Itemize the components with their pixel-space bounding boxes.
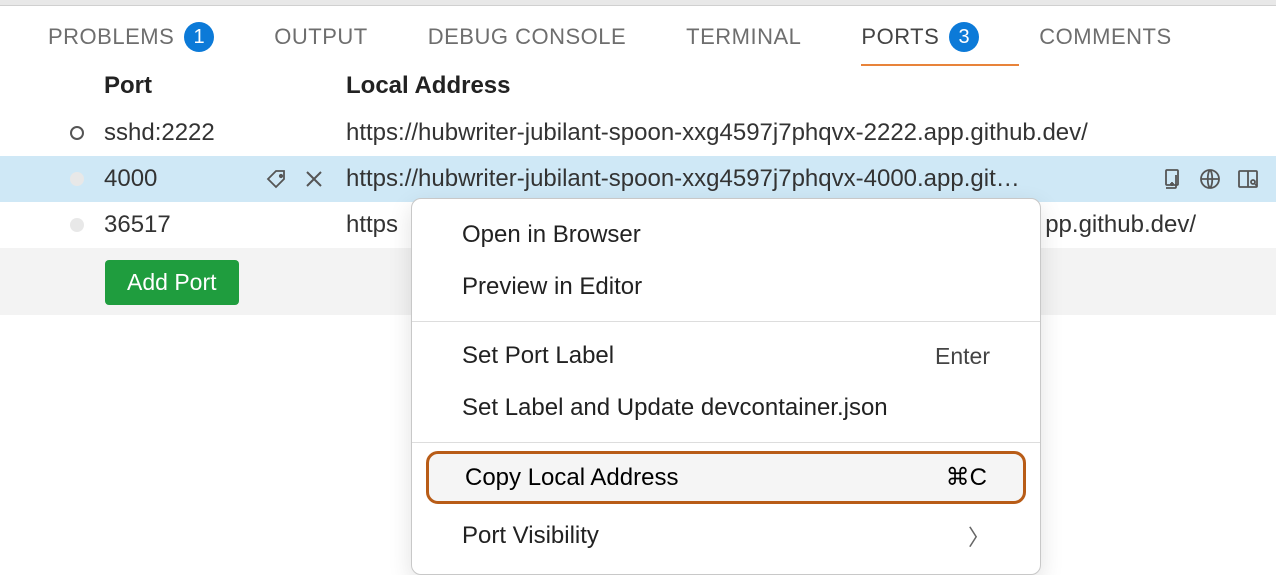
- address-value: https://hubwriter-jubilant-spoon-xxg4597…: [346, 119, 1276, 147]
- tab-ports[interactable]: PORTS 3: [861, 22, 979, 52]
- port-value: 4000: [104, 165, 248, 193]
- tab-label: DEBUG CONSOLE: [428, 24, 626, 50]
- menu-set-label-update-devcontainer[interactable]: Set Label and Update devcontainer.json: [412, 382, 1040, 434]
- tab-output[interactable]: OUTPUT: [274, 24, 367, 50]
- menu-label: Open in Browser: [462, 221, 641, 249]
- circle-filled-icon: [70, 218, 84, 232]
- header-port: Port: [104, 72, 346, 100]
- menu-set-port-label[interactable]: Set Port Label Enter: [412, 330, 1040, 382]
- menu-label: Copy Local Address: [465, 464, 678, 492]
- table-header: Port Local Address: [0, 64, 1276, 110]
- close-icon[interactable]: [304, 169, 324, 189]
- tag-icon[interactable]: [266, 167, 290, 191]
- split-preview-icon[interactable]: [1236, 167, 1260, 191]
- tab-label: COMMENTS: [1039, 24, 1171, 50]
- add-port-button[interactable]: Add Port: [105, 260, 239, 305]
- panel-tabs: PROBLEMS 1 OUTPUT DEBUG CONSOLE TERMINAL…: [0, 6, 1276, 64]
- table-row[interactable]: 4000 https://hubwriter-jubilant-spoon-xx…: [0, 156, 1276, 202]
- ports-badge: 3: [949, 22, 979, 52]
- menu-preview-in-editor[interactable]: Preview in Editor: [412, 261, 1040, 313]
- status-icon: [50, 218, 104, 232]
- menu-label: Port Visibility: [462, 522, 599, 550]
- menu-shortcut: ⌘C: [946, 463, 987, 492]
- menu-port-visibility[interactable]: Port Visibility 〉: [412, 508, 1040, 564]
- status-icon: [50, 172, 104, 186]
- tab-label: TERMINAL: [686, 24, 801, 50]
- menu-shortcut: Enter: [935, 343, 990, 370]
- menu-label: Preview in Editor: [462, 273, 642, 301]
- globe-icon[interactable]: [1198, 167, 1222, 191]
- menu-label: Set Port Label: [462, 342, 614, 370]
- menu-divider: [412, 321, 1040, 322]
- chevron-right-icon: 〉: [968, 520, 990, 552]
- status-icon: [50, 126, 104, 140]
- tab-label: PROBLEMS: [48, 24, 174, 50]
- circle-filled-icon: [70, 172, 84, 186]
- row-actions: [1160, 167, 1276, 191]
- address-value: https://hubwriter-jubilant-spoon-xxg4597…: [346, 165, 1160, 193]
- problems-badge: 1: [184, 22, 214, 52]
- port-value: sshd:2222: [104, 119, 248, 147]
- port-actions: [248, 167, 346, 191]
- copy-icon[interactable]: [1160, 167, 1184, 191]
- address-prefix: https: [346, 211, 398, 239]
- address-suffix: pp.github.dev/: [1045, 211, 1276, 239]
- menu-copy-local-address[interactable]: Copy Local Address ⌘C: [426, 451, 1026, 504]
- tab-comments[interactable]: COMMENTS: [1039, 24, 1171, 50]
- tab-label: PORTS: [861, 24, 939, 50]
- context-menu: Open in Browser Preview in Editor Set Po…: [411, 198, 1041, 575]
- port-value: 36517: [104, 211, 248, 239]
- header-address: Local Address: [346, 72, 511, 100]
- menu-open-in-browser[interactable]: Open in Browser: [412, 209, 1040, 261]
- tab-terminal[interactable]: TERMINAL: [686, 24, 801, 50]
- table-row[interactable]: sshd:2222 https://hubwriter-jubilant-spo…: [0, 110, 1276, 156]
- tab-problems[interactable]: PROBLEMS 1: [48, 22, 214, 52]
- tab-debug-console[interactable]: DEBUG CONSOLE: [428, 24, 626, 50]
- menu-label: Set Label and Update devcontainer.json: [462, 394, 888, 422]
- circle-outline-icon: [70, 126, 84, 140]
- tab-label: OUTPUT: [274, 24, 367, 50]
- menu-divider: [412, 442, 1040, 443]
